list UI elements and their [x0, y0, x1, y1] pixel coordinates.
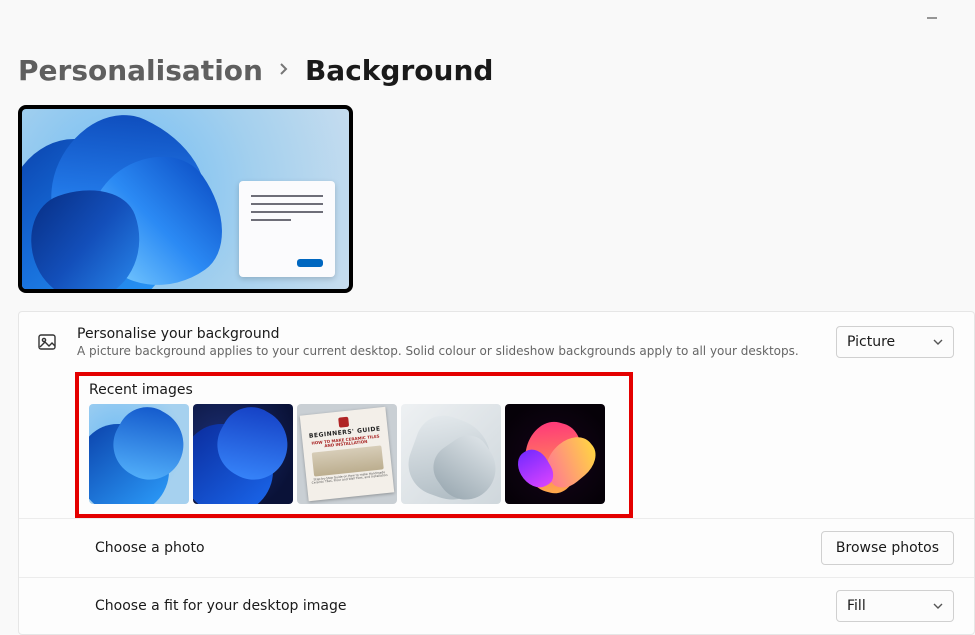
recent-image-neon-bloom[interactable] [505, 404, 605, 504]
personalise-card: Personalise your background A picture ba… [18, 311, 975, 635]
picture-icon [33, 332, 61, 352]
minimize-button[interactable] [909, 6, 955, 30]
choose-fit-row: Choose a fit for your desktop image Fill [19, 577, 974, 634]
chevron-down-icon [933, 337, 943, 347]
recent-images-section: Recent images BEGINNERS' GUIDE HOW TO MA… [75, 372, 633, 518]
fit-value: Fill [847, 598, 866, 614]
background-type-value: Picture [847, 334, 895, 350]
breadcrumb: Personalisation Background [18, 54, 975, 87]
preview-wallpaper [22, 109, 252, 289]
personalise-subtitle: A picture background applies to your cur… [77, 344, 820, 358]
chevron-right-icon [279, 60, 289, 81]
background-type-dropdown[interactable]: Picture [836, 326, 954, 358]
fit-dropdown[interactable]: Fill [836, 590, 954, 622]
personalise-title: Personalise your background [77, 326, 820, 342]
browse-photos-button[interactable]: Browse photos [821, 531, 954, 565]
recent-image-beginners-guide[interactable]: BEGINNERS' GUIDE HOW TO MAKE CERAMIC TIL… [297, 404, 397, 504]
recent-images-label: Recent images [89, 382, 619, 398]
breadcrumb-parent[interactable]: Personalisation [18, 54, 263, 87]
breadcrumb-current: Background [305, 54, 493, 87]
choose-fit-label: Choose a fit for your desktop image [95, 598, 820, 614]
recent-image-paper-swirl[interactable] [401, 404, 501, 504]
recent-image-bloom-light[interactable] [89, 404, 189, 504]
desktop-preview [18, 105, 353, 293]
recent-image-bloom-dark[interactable] [193, 404, 293, 504]
choose-photo-label: Choose a photo [95, 540, 805, 556]
choose-photo-row: Choose a photo Browse photos [19, 518, 974, 577]
preview-window [239, 181, 335, 277]
chevron-down-icon [933, 601, 943, 611]
